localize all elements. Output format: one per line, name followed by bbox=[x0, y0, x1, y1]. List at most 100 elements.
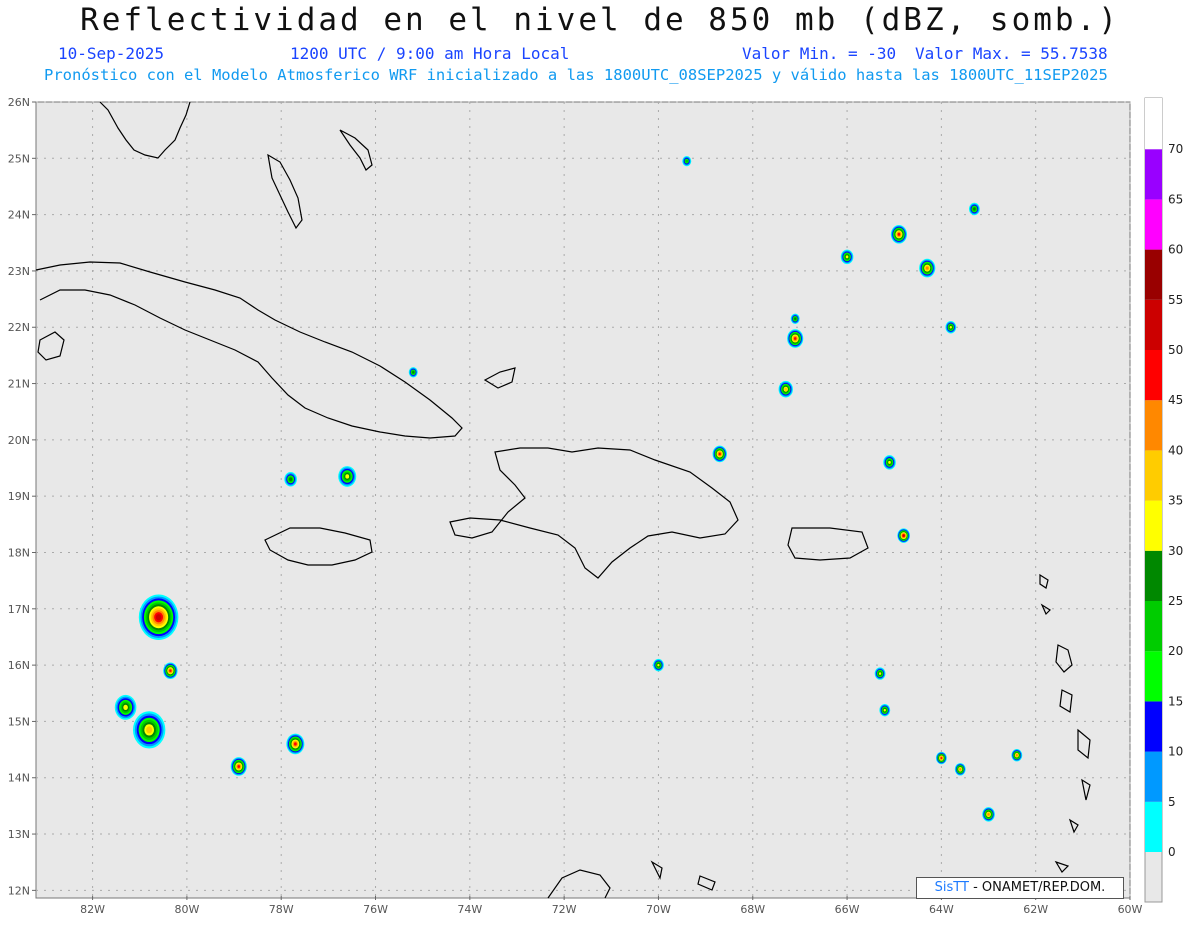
storm-cell bbox=[935, 751, 947, 765]
storm-cell bbox=[408, 367, 418, 378]
cell-contour bbox=[883, 708, 886, 712]
cell-contour bbox=[973, 207, 976, 211]
lon-label: 74W bbox=[457, 903, 482, 916]
colorbar-segment bbox=[1145, 801, 1162, 852]
cell-contour bbox=[987, 813, 990, 816]
lat-label: 20N bbox=[8, 434, 30, 447]
colorbar-segment bbox=[1145, 249, 1162, 300]
lat-label: 21N bbox=[8, 378, 30, 391]
cell-contour bbox=[793, 337, 797, 340]
storm-cell bbox=[982, 807, 995, 822]
storm-cell bbox=[163, 662, 178, 680]
storm-cell bbox=[968, 202, 980, 216]
colorbar-label: 10 bbox=[1168, 745, 1183, 759]
lat-label: 14N bbox=[8, 772, 30, 785]
storm-cell bbox=[890, 225, 908, 244]
lat-label: 13N bbox=[8, 828, 30, 841]
lat-label: 23N bbox=[8, 265, 30, 278]
colorbar-segment bbox=[1145, 350, 1162, 401]
lat-label: 26N bbox=[8, 96, 30, 109]
storm-cell bbox=[945, 321, 957, 334]
lon-label: 78W bbox=[269, 903, 294, 916]
lat-label: 19N bbox=[8, 490, 30, 503]
cell-contour bbox=[878, 672, 882, 675]
lon-label: 64W bbox=[929, 903, 954, 916]
colorbar-label: 25 bbox=[1168, 594, 1183, 608]
cell-contour bbox=[289, 477, 293, 482]
colorbar-segment bbox=[1145, 149, 1162, 200]
colorbar-label: 40 bbox=[1168, 443, 1183, 457]
colorbar-segment bbox=[1145, 450, 1162, 501]
cell-contour bbox=[1015, 754, 1018, 757]
cell-contour bbox=[412, 371, 415, 374]
colorbar-top-segment bbox=[1145, 98, 1162, 150]
colorbar-segment bbox=[1145, 299, 1162, 350]
storm-cell bbox=[712, 445, 727, 463]
cell-contour bbox=[959, 768, 962, 771]
storm-cell bbox=[919, 258, 936, 278]
colorbar-segment bbox=[1145, 701, 1162, 752]
cell-contour bbox=[685, 159, 689, 163]
cell-contour bbox=[718, 452, 721, 456]
lon-label: 68W bbox=[740, 903, 765, 916]
reflectivity-map: 26N 25N 24N 23N 22N 21N 20N 19N 18N 17N 16N 15N 14N 1… bbox=[8, 96, 1184, 916]
cell-contour bbox=[123, 704, 128, 710]
colorbar-label: 35 bbox=[1168, 494, 1183, 508]
lon-label: 80W bbox=[174, 903, 199, 916]
cell-contour bbox=[293, 742, 297, 746]
storm-cell bbox=[879, 703, 891, 717]
storm-cell bbox=[284, 472, 297, 487]
storm-cell bbox=[790, 313, 800, 324]
map-frame bbox=[35, 101, 1131, 899]
storm-cell bbox=[653, 658, 664, 672]
storm-cell bbox=[874, 667, 886, 680]
colorbar-label: 70 bbox=[1168, 142, 1183, 156]
sistt-logo: SisTT bbox=[934, 880, 969, 895]
colorbar-label: 65 bbox=[1168, 192, 1183, 206]
cell-contour bbox=[888, 460, 891, 464]
credit-box: SisTT - ONAMET/REP.DOM. bbox=[916, 877, 1124, 899]
colorbar-segment bbox=[1145, 651, 1162, 702]
lat-label: 18N bbox=[8, 546, 30, 559]
colorbar-label: 50 bbox=[1168, 343, 1183, 357]
colorbar-segment bbox=[1145, 751, 1162, 802]
cell-contour bbox=[657, 663, 660, 667]
lat-label: 16N bbox=[8, 659, 30, 672]
cell-contour bbox=[169, 669, 172, 673]
lon-label: 66W bbox=[835, 903, 860, 916]
storm-cell bbox=[286, 733, 305, 755]
storm-cell bbox=[114, 694, 137, 720]
lon-label: 82W bbox=[80, 903, 105, 916]
lon-label: 76W bbox=[363, 903, 388, 916]
colorbar: 0 5 10 15 20 25 30 35 40 45 50 55 60 65 70 bbox=[1144, 97, 1183, 903]
lat-label: 25N bbox=[8, 152, 30, 165]
lon-label: 72W bbox=[552, 903, 577, 916]
storm-cell bbox=[840, 249, 854, 265]
lat-label: 24N bbox=[8, 209, 30, 222]
cell-contour bbox=[925, 266, 929, 270]
colorbar-segment bbox=[1145, 601, 1162, 652]
lat-label: 22N bbox=[8, 321, 30, 334]
lon-label: 70W bbox=[646, 903, 671, 916]
storm-cell bbox=[778, 380, 793, 398]
storm-cell bbox=[132, 711, 166, 749]
cell-contour bbox=[146, 726, 153, 734]
lat-label: 12N bbox=[8, 884, 30, 897]
cell-contour bbox=[237, 765, 240, 768]
storm-cell bbox=[897, 528, 910, 543]
colorbar-segment bbox=[1145, 500, 1162, 551]
lon-label: 60W bbox=[1118, 903, 1143, 916]
storm-cell bbox=[230, 757, 247, 776]
cell-contour bbox=[897, 232, 901, 236]
colorbar-segment bbox=[1145, 550, 1162, 601]
cell-contour bbox=[949, 325, 952, 329]
cell-contour bbox=[794, 317, 797, 321]
colorbar-label: 20 bbox=[1168, 644, 1183, 658]
cell-contour bbox=[345, 474, 350, 479]
colorbar-segment bbox=[1145, 400, 1162, 451]
cell-contour bbox=[940, 757, 943, 759]
colorbar-label: 55 bbox=[1168, 293, 1183, 307]
lat-label: 17N bbox=[8, 603, 30, 616]
cell-contour bbox=[155, 614, 162, 621]
storm-cell bbox=[682, 155, 692, 167]
